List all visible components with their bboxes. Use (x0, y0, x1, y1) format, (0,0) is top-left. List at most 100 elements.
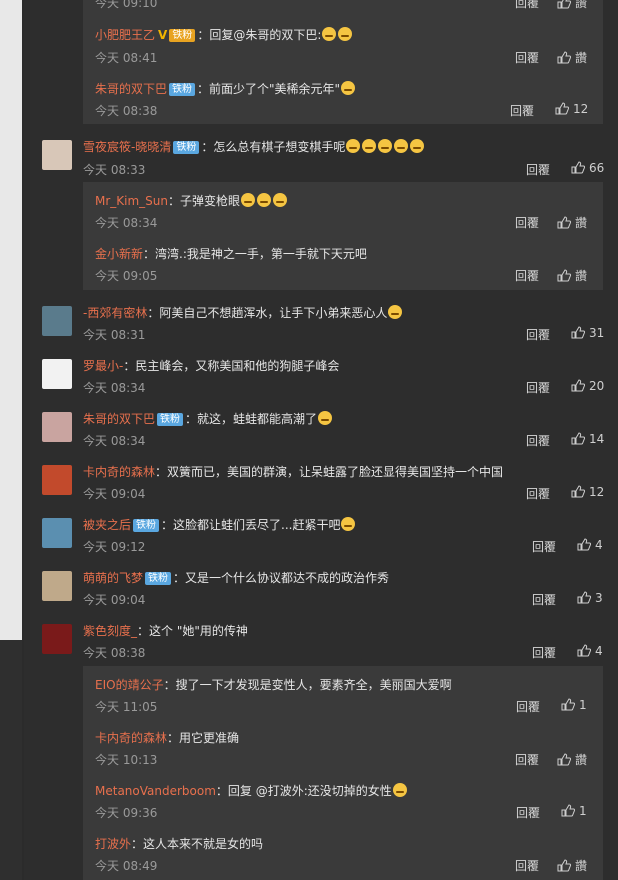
reply-button[interactable]: 回覆 (515, 857, 539, 874)
reply-username[interactable]: Mr_Kim_Sun (95, 194, 168, 208)
emoji-icon (394, 139, 409, 153)
comment-content: ：这个 "她"用的传神 (137, 624, 248, 638)
emoji-icon (362, 139, 377, 153)
reply-button[interactable]: 回覆 (526, 379, 550, 396)
like-button[interactable]: 1 (561, 804, 587, 818)
comment-username[interactable]: 朱哥的双下巴 (83, 412, 155, 426)
reply-button[interactable]: 回覆 (515, 267, 539, 284)
like-button[interactable]: 4 (577, 538, 603, 552)
reply-username[interactable]: MetanoVanderboom (95, 784, 216, 798)
comment-text: 紫色刻度_：这个 "她"用的传神 (83, 622, 248, 639)
like-button[interactable]: 3 (577, 591, 603, 605)
like-button[interactable]: 31 (571, 326, 604, 340)
fan-badge: 铁粉 (169, 83, 196, 96)
avatar[interactable] (42, 412, 72, 442)
reply-username[interactable]: 金小新新 (95, 247, 143, 261)
reply-username[interactable]: 小肥肥王乙 (95, 28, 155, 42)
reply-text: 小肥肥王乙 V 铁粉 ：回复@朱哥的双下巴: (95, 26, 353, 43)
like-count: 讚 (575, 753, 588, 767)
emoji-icon (273, 193, 288, 207)
like-button[interactable]: 讚 (557, 0, 587, 11)
reply-username[interactable]: 卡内奇的森林 (95, 731, 167, 745)
like-button[interactable]: 讚 (557, 751, 587, 768)
avatar[interactable] (42, 518, 72, 548)
like-button[interactable]: 12 (571, 485, 604, 499)
like-button[interactable]: 1 (561, 698, 587, 712)
comment-time: 今天 08:33 (83, 163, 146, 177)
comment-username[interactable]: 紫色刻度_ (83, 624, 137, 638)
reply-content: ：搜了一下才发现是变性人，要素齐全，美丽国大爱啊 (163, 678, 452, 692)
like-button[interactable]: 讚 (557, 214, 587, 231)
reply-button[interactable]: 回覆 (526, 326, 550, 343)
reply-button[interactable]: 回覆 (516, 804, 540, 821)
comment-text: 朱哥的双下巴 铁粉 ：就这，蛙蛙都能高潮了 (83, 410, 333, 427)
like-count: 1 (579, 804, 587, 818)
reply-time: 今天 08:38 (95, 104, 158, 118)
reply-time: 今天 08:49 (95, 859, 158, 873)
thumbs-up-icon (557, 0, 572, 9)
reply-button[interactable]: 回覆 (516, 698, 540, 715)
like-count: 4 (595, 538, 603, 552)
like-button[interactable]: 12 (555, 102, 588, 116)
reply-thread: EIO的靖公子：搜了一下才发现是变性人，要素齐全，美丽国大爱啊 今天 11:05… (83, 666, 603, 880)
reply-button[interactable]: 回覆 (532, 591, 556, 608)
comment-username[interactable]: 雪夜宸筱-晓晓清 (83, 140, 171, 154)
like-count: 14 (589, 432, 605, 446)
reply-button[interactable]: 回覆 (515, 751, 539, 768)
reply-button[interactable]: 回覆 (515, 214, 539, 231)
reply-time: 今天 09:10 (95, 0, 158, 10)
emoji-icon (257, 193, 272, 207)
avatar[interactable] (42, 624, 72, 654)
thumbs-up-icon (561, 698, 576, 711)
reply-button[interactable]: 回覆 (532, 538, 556, 555)
comment-time: 今天 09:12 (83, 540, 146, 554)
reply-thread: Mr_Kim_Sun：子弹变枪眼 今天 08:34 回覆 讚 金小新新：湾湾.:… (83, 182, 603, 290)
reply-username[interactable]: 朱哥的双下巴 (95, 82, 167, 96)
reply-username[interactable]: 打波外 (95, 837, 131, 851)
like-count: 1 (579, 698, 587, 712)
avatar[interactable] (42, 140, 72, 170)
reply-button[interactable]: 回覆 (515, 0, 539, 11)
like-button[interactable]: 讚 (557, 267, 587, 284)
emoji-icon (388, 305, 403, 319)
thumbs-up-icon (571, 485, 586, 498)
like-button[interactable]: 讚 (557, 857, 587, 874)
avatar[interactable] (42, 465, 72, 495)
reply-button[interactable]: 回覆 (526, 161, 550, 178)
reply-button[interactable]: 回覆 (510, 102, 534, 119)
reply-text: 朱哥的双下巴 铁粉 ：前面少了个"美稀余元年" (95, 80, 356, 97)
comment-content: ：阿美自己不想趟浑水，让手下小弟来恶心人 (147, 306, 388, 320)
like-button[interactable]: 4 (577, 644, 603, 658)
comment-content: ：这脸都让蛙们丢尽了...赶紧干吧 (161, 518, 341, 532)
comment-username[interactable]: 被夹之后 (83, 518, 131, 532)
reply-button[interactable]: 回覆 (532, 644, 556, 661)
reply-button[interactable]: 回覆 (526, 485, 550, 502)
thumbs-up-icon (571, 161, 586, 174)
comment-username[interactable]: 罗最小- (83, 359, 123, 373)
avatar[interactable] (42, 306, 72, 336)
like-button[interactable]: 66 (571, 161, 604, 175)
comment-username[interactable]: -西郊有密林 (83, 306, 147, 320)
comment-content: ：怎么总有棋子想变棋手呢 (201, 140, 346, 154)
reply-time: 今天 11:05 (95, 700, 158, 714)
like-button[interactable]: 20 (571, 379, 604, 393)
thumbs-up-icon (561, 804, 576, 817)
avatar[interactable] (42, 571, 72, 601)
like-button[interactable]: 14 (571, 432, 604, 446)
reply-button[interactable]: 回覆 (515, 49, 539, 66)
like-button[interactable]: 讚 (557, 49, 587, 66)
thumbs-up-icon (577, 591, 592, 604)
reply-text: Mr_Kim_Sun：子弹变枪眼 (95, 192, 288, 209)
fan-badge: 铁粉 (157, 413, 184, 426)
reply-username[interactable]: EIO的靖公子 (95, 678, 164, 692)
reply-button[interactable]: 回覆 (526, 432, 550, 449)
comment-username[interactable]: 卡内奇的森林 (83, 465, 155, 479)
comment-text: 卡内奇的森林：双簧而已，美国的群演，让呆蛙露了脸还显得美国坚持一个中国 (83, 463, 503, 480)
avatar[interactable] (42, 359, 72, 389)
comment-username[interactable]: 萌萌的飞梦 (83, 571, 143, 585)
comment-time: 今天 08:31 (83, 328, 146, 342)
like-count: 讚 (575, 859, 588, 873)
like-count: 3 (595, 591, 603, 605)
reply-content: ：前面少了个"美稀余元年" (197, 82, 341, 96)
emoji-icon (322, 27, 337, 41)
